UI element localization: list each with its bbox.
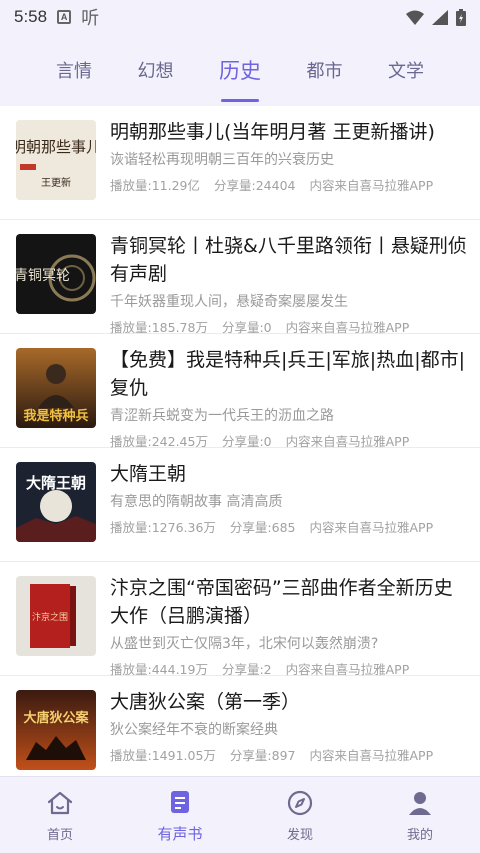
audiobook-list[interactable]: 明朝那些事儿 王更新 明朝那些事儿(当年明月著 王更新播讲) 诙谐轻松再现明朝三… (0, 106, 480, 774)
book-cover[interactable]: 大隋王朝 (16, 462, 96, 542)
nav-home[interactable]: 首页 (0, 777, 120, 853)
cell-signal-icon (432, 9, 448, 25)
bottom-navigation: 首页 有声书 发现 我的 (0, 776, 480, 853)
battery-icon (456, 8, 466, 26)
compass-icon (285, 788, 315, 818)
home-icon (45, 788, 75, 818)
cover-art: 明朝那些事儿 王更新 (16, 120, 96, 200)
book-description: 青涩新兵蜕变为一代兵王的沥血之路 (110, 408, 334, 424)
profile-icon (405, 788, 435, 818)
notification-a-icon: A (57, 10, 72, 24)
list-item[interactable]: 明朝那些事儿 王更新 明朝那些事儿(当年明月著 王更新播讲) 诙谐轻松再现明朝三… (0, 106, 480, 220)
play-count: 播放量:11.29亿 (110, 178, 200, 193)
book-description: 狄公案经年不衰的断案经典 (110, 722, 278, 738)
tab-literature[interactable]: 文学 (388, 34, 424, 106)
share-count: 分享量:897 (229, 748, 296, 763)
play-count: 播放量:1491.05万 (110, 748, 216, 763)
tab-romance[interactable]: 言情 (56, 34, 92, 106)
book-title: 明朝那些事儿(当年明月著 王更新播讲) (110, 121, 435, 143)
book-title: 青铜冥轮丨杜骁&八千里路领衔丨悬疑刑侦有声剧 (110, 235, 467, 285)
cover-title: 明朝那些事儿 (16, 138, 96, 156)
tab-urban[interactable]: 都市 (307, 34, 343, 106)
nav-discover-label: 发现 (286, 827, 313, 843)
content-source: 内容来自喜马拉雅APP (309, 178, 434, 193)
cover-art: 青铜冥轮 (16, 234, 96, 314)
list-item[interactable]: 青铜冥轮 青铜冥轮丨杜骁&八千里路领衔丨悬疑刑侦有声剧 千年妖器重现人间，悬疑奇… (0, 220, 480, 335)
cover-title: 大隋王朝 (26, 474, 86, 492)
book-title: 【免费】我是特种兵|兵王|军旅|热血|都市|复仇 (110, 349, 466, 399)
category-tabs: 言情 幻想 历史 都市 文学 (0, 34, 480, 106)
list-item[interactable]: 汴京之围 汴京之围“帝国密码”三部曲作者全新历史大作（吕鹏演播） 从盛世到灭亡仅… (0, 562, 480, 677)
list-item[interactable]: 大唐狄公案 大唐狄公案（第一季） 狄公案经年不衰的断案经典 播放量:1491.0… (0, 676, 480, 774)
book-title: 大隋王朝 (110, 463, 187, 485)
app-notification-icon: 听 (81, 8, 100, 29)
cover-title: 青铜冥轮 (16, 268, 70, 284)
book-cover[interactable]: 汴京之围 (16, 576, 96, 656)
nav-profile-label: 我的 (406, 827, 433, 843)
play-count: 播放量:1276.36万 (110, 520, 216, 535)
status-icons (406, 8, 466, 26)
status-time: 5:58 (14, 7, 48, 26)
content-source: 内容来自喜马拉雅APP (309, 748, 434, 763)
tab-fantasy[interactable]: 幻想 (138, 34, 174, 106)
list-item[interactable]: 我是特种兵 【免费】我是特种兵|兵王|军旅|热血|都市|复仇 青涩新兵蜕变为一代… (0, 334, 480, 449)
share-count: 分享量:685 (229, 520, 296, 535)
nav-audiobook-label: 有声书 (157, 824, 203, 843)
cover-art: 我是特种兵 (16, 348, 96, 428)
book-description: 从盛世到灭亡仅隔3年，北宋何以轰然崩溃? (110, 636, 379, 652)
cover-title: 汴京之围 (32, 611, 68, 623)
book-cover[interactable]: 大唐狄公案 (16, 690, 96, 770)
share-count: 分享量:24404 (214, 178, 296, 193)
book-description: 有意思的隋朝故事 高清高质 (110, 494, 283, 510)
nav-discover[interactable]: 发现 (240, 777, 360, 853)
book-cover[interactable]: 青铜冥轮 (16, 234, 96, 314)
cover-title: 我是特种兵 (23, 408, 88, 424)
book-title: 大唐狄公案（第一季） (110, 691, 301, 713)
cover-art: 大唐狄公案 (16, 690, 96, 770)
cover-art: 汴京之围 (16, 576, 96, 656)
tab-history[interactable]: 历史 (219, 34, 261, 106)
wifi-icon (406, 10, 424, 25)
status-bar: 5:58 A 听 (0, 0, 480, 34)
nav-home-label: 首页 (46, 827, 73, 843)
cover-subtitle: 王更新 (41, 176, 71, 189)
book-description: 诙谐轻松再现明朝三百年的兴衰历史 (110, 152, 334, 168)
list-item[interactable]: 大隋王朝 大隋王朝 有意思的隋朝故事 高清高质 播放量:1276.36万 分享量… (0, 448, 480, 562)
content-source: 内容来自喜马拉雅APP (309, 520, 434, 535)
audiobook-icon (165, 787, 195, 817)
nav-audiobook[interactable]: 有声书 (120, 777, 240, 853)
book-cover[interactable]: 我是特种兵 (16, 348, 96, 428)
cover-art: 大隋王朝 (16, 462, 96, 542)
book-title: 汴京之围“帝国密码”三部曲作者全新历史大作（吕鹏演播） (110, 577, 453, 627)
book-description: 千年妖器重现人间，悬疑奇案屡屡发生 (110, 294, 348, 310)
cover-title: 大唐狄公案 (23, 710, 89, 726)
nav-profile[interactable]: 我的 (360, 777, 480, 853)
book-cover[interactable]: 明朝那些事儿 王更新 (16, 120, 96, 200)
